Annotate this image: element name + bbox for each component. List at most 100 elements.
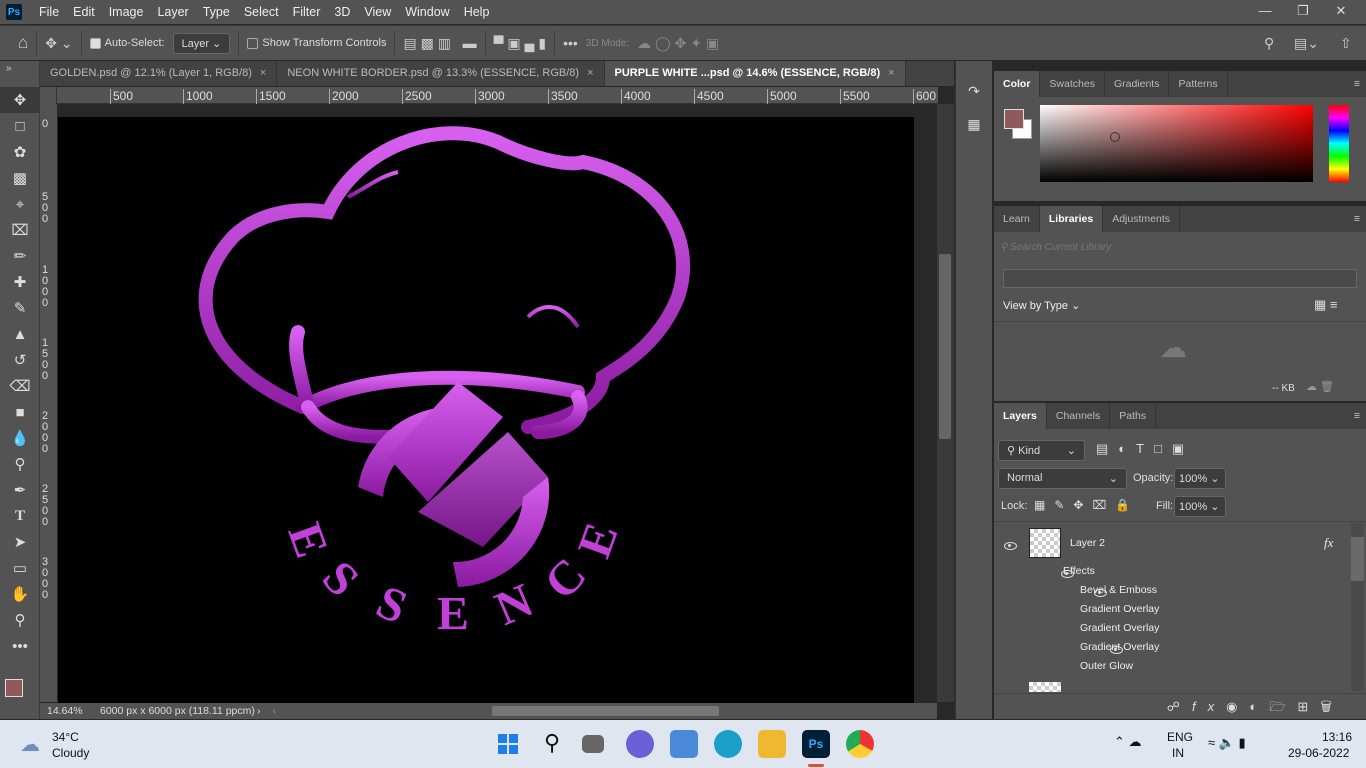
grid-view-icon[interactable]: ▦ ≡ [1314,297,1337,313]
vertical-scrollbar[interactable] [937,104,954,702]
tab-learn[interactable]: Learn [994,206,1040,232]
effect-outer-glow[interactable]: Outer Glow [1080,660,1133,672]
document-canvas[interactable]: ESSENCE [58,117,914,703]
fx-icon[interactable]: fx [1324,535,1333,551]
search-taskbar-icon[interactable]: ⚲ [538,730,566,758]
auto-select-checkbox[interactable]: Auto-Select: [89,37,165,49]
library-search[interactable]: ⚲ Search Current Library [1000,242,1111,253]
distribute-icons[interactable]: ▀ ▣ ▄ ▮ [494,35,546,52]
status-menu-icon[interactable]: › [257,705,261,717]
weather-icon[interactable]: ☁ [20,732,40,757]
zoom-tool[interactable]: ⚲ [0,607,40,633]
ruler-origin[interactable] [40,87,57,104]
gradient-tool[interactable]: ■ [0,399,40,425]
tab-gradients[interactable]: Gradients [1105,71,1170,97]
rectangle-tool[interactable]: ▭ [0,555,40,581]
tab-paths[interactable]: Paths [1110,403,1157,429]
blur-tool[interactable]: 💧 [0,425,40,451]
chrome-icon[interactable] [846,730,874,758]
workspace-icon[interactable]: ▤⌄ [1294,35,1319,52]
color-picker-cursor[interactable] [1110,132,1120,142]
tab-channels[interactable]: Channels [1047,403,1111,429]
hand-tool[interactable]: ✋ [0,581,40,607]
pen-tool[interactable]: ✒ [0,477,40,503]
brush-tool[interactable]: ✎ [0,295,40,321]
minimize-button[interactable]: — [1246,0,1284,24]
weather-desc[interactable]: Cloudy [52,746,89,760]
menu-layer[interactable]: Layer [150,5,195,19]
effect-gradient-overlay[interactable]: Gradient Overlay [1080,641,1159,653]
effect-gradient-overlay[interactable]: Gradient Overlay [1080,603,1159,615]
cloud-sync-icon[interactable]: ☁ 🗑 [1306,380,1334,393]
path-select-tool[interactable]: ➤ [0,529,40,555]
fill-input[interactable]: 100% ⌄ [1174,496,1226,517]
edit-toolbar-icon[interactable]: ••• [0,633,40,659]
menu-edit[interactable]: Edit [66,5,102,19]
eraser-tool[interactable]: ⌫ [0,373,40,399]
tab-patterns[interactable]: Patterns [1169,71,1228,97]
task-view-icon[interactable] [582,735,604,753]
lasso-tool[interactable]: ✿ [0,139,40,165]
blend-mode-dropdown[interactable]: Normal ⌄ [998,468,1127,489]
tab-golden[interactable]: GOLDEN.psd @ 12.1% (Layer 1, RGB/8) × [40,61,278,86]
move-tool-icon[interactable]: ✥ ⌄ [45,35,72,52]
restore-button[interactable]: ❐ [1284,0,1322,24]
filter-kind-dropdown[interactable]: ⚲ Kind ⌄ [998,440,1085,461]
history-brush-tool[interactable]: ↺ [0,347,40,373]
panel-menu-icon[interactable]: ≡ [1348,403,1366,429]
lock-icons[interactable]: ▦✎✥⌧🔒 [1034,498,1139,512]
chat-icon[interactable] [626,730,654,758]
crop-tool[interactable]: ⌖ [0,191,40,217]
horizontal-scrollbar-thumb[interactable] [492,706,719,716]
menu-window[interactable]: Window [398,5,456,19]
photoshop-taskbar-icon[interactable]: Ps [802,730,830,758]
tray-overflow-icon[interactable]: ⌃ ☁ [1114,734,1142,750]
menu-help[interactable]: Help [457,5,497,19]
language-indicator[interactable]: ENG [1167,730,1193,744]
menu-image[interactable]: Image [102,5,151,19]
close-tab-icon[interactable]: × [260,67,266,79]
layers-footer-buttons[interactable]: ☍fx◉◐🗁⊞🗑 [994,693,1366,719]
scrollbar-thumb[interactable] [939,254,951,439]
effect-gradient-overlay[interactable]: Gradient Overlay [1080,622,1159,634]
network-volume-battery-icons[interactable]: ≈ 🔈 ▮ [1208,735,1246,751]
tab-adjustments[interactable]: Adjustments [1103,206,1180,232]
tab-layers[interactable]: Layers [994,403,1047,429]
close-tab-icon[interactable]: × [888,67,894,79]
opacity-input[interactable]: 100% ⌄ [1174,468,1226,489]
visibility-eye-icon[interactable] [1004,542,1017,550]
search-icon[interactable]: ⚲ [1264,35,1274,52]
tab-neon-white-border[interactable]: NEON WHITE BORDER.psd @ 13.3% (ESSENCE, … [277,61,605,86]
hue-slider[interactable] [1329,105,1349,182]
eyedropper-tool[interactable]: ✏ [0,243,40,269]
panel-menu-icon[interactable]: ≡ [1348,206,1366,232]
effects-label[interactable]: Effects [1063,565,1095,577]
layer-dropdown[interactable]: Layer ⌄ [172,32,231,54]
dodge-tool[interactable]: ⚲ [0,451,40,477]
start-button[interactable] [494,730,522,758]
color-field[interactable] [1040,105,1313,182]
foreground-color-swatch[interactable] [5,679,23,697]
zoom-level[interactable]: 14.64% [40,705,92,717]
history-icon[interactable]: ↷ [956,83,992,100]
move-tool[interactable]: ✥ [0,87,40,113]
file-explorer-icon[interactable] [758,730,786,758]
menu-type[interactable]: Type [196,5,237,19]
edge-icon[interactable] [714,730,742,758]
scroll-left-icon[interactable]: ‹ [273,705,277,717]
clock-time[interactable]: 13:16 [1322,730,1352,744]
tab-color[interactable]: Color [994,71,1041,97]
menu-3d[interactable]: 3D [327,5,357,19]
marquee-tool[interactable]: □ [0,113,40,139]
home-icon[interactable]: ⌂ [18,33,28,53]
close-tab-icon[interactable]: × [587,67,593,79]
menu-file[interactable]: File [32,5,66,19]
stamp-tool[interactable]: ▲ [0,321,40,347]
healing-tool[interactable]: ✚ [0,269,40,295]
collapse-icon[interactable]: » [0,61,39,87]
close-window-button[interactable]: ✕ [1322,0,1360,24]
clock-date[interactable]: 29-06-2022 [1288,746,1349,760]
store-icon[interactable] [670,730,698,758]
layer-row-layer-2[interactable]: Layer 2 fx Effects Bevel & Emboss Gradie… [994,525,1349,679]
share-icon[interactable]: ⇧ [1340,35,1352,52]
